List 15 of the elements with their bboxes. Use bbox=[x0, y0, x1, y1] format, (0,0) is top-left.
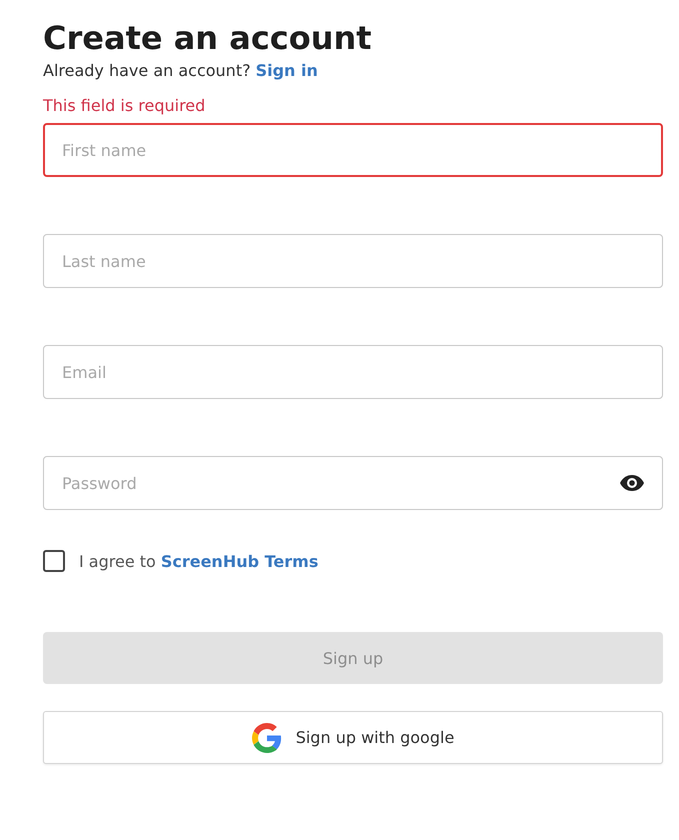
google-logo-icon bbox=[252, 722, 282, 752]
input-field[interactable]: First name bbox=[43, 123, 663, 177]
google-button-label: Sign up with google bbox=[296, 728, 454, 747]
page-title: Create an account bbox=[43, 18, 373, 58]
eye-icon[interactable] bbox=[619, 474, 645, 492]
terms-label: I agree to bbox=[79, 552, 156, 570]
error-message: This field is required bbox=[43, 96, 206, 116]
google-signup-button[interactable]: Sign up with google bbox=[43, 711, 663, 764]
input-field[interactable]: Email bbox=[43, 345, 663, 399]
password-field[interactable]: Password bbox=[43, 456, 663, 510]
signin-link[interactable]: Sign in bbox=[256, 60, 318, 82]
terms-link[interactable]: ScreenHub Terms bbox=[160, 552, 318, 570]
checkbox[interactable] bbox=[43, 550, 65, 572]
signin-prompt: Already have an account? bbox=[43, 60, 251, 82]
input-field[interactable]: Last name bbox=[43, 234, 663, 288]
